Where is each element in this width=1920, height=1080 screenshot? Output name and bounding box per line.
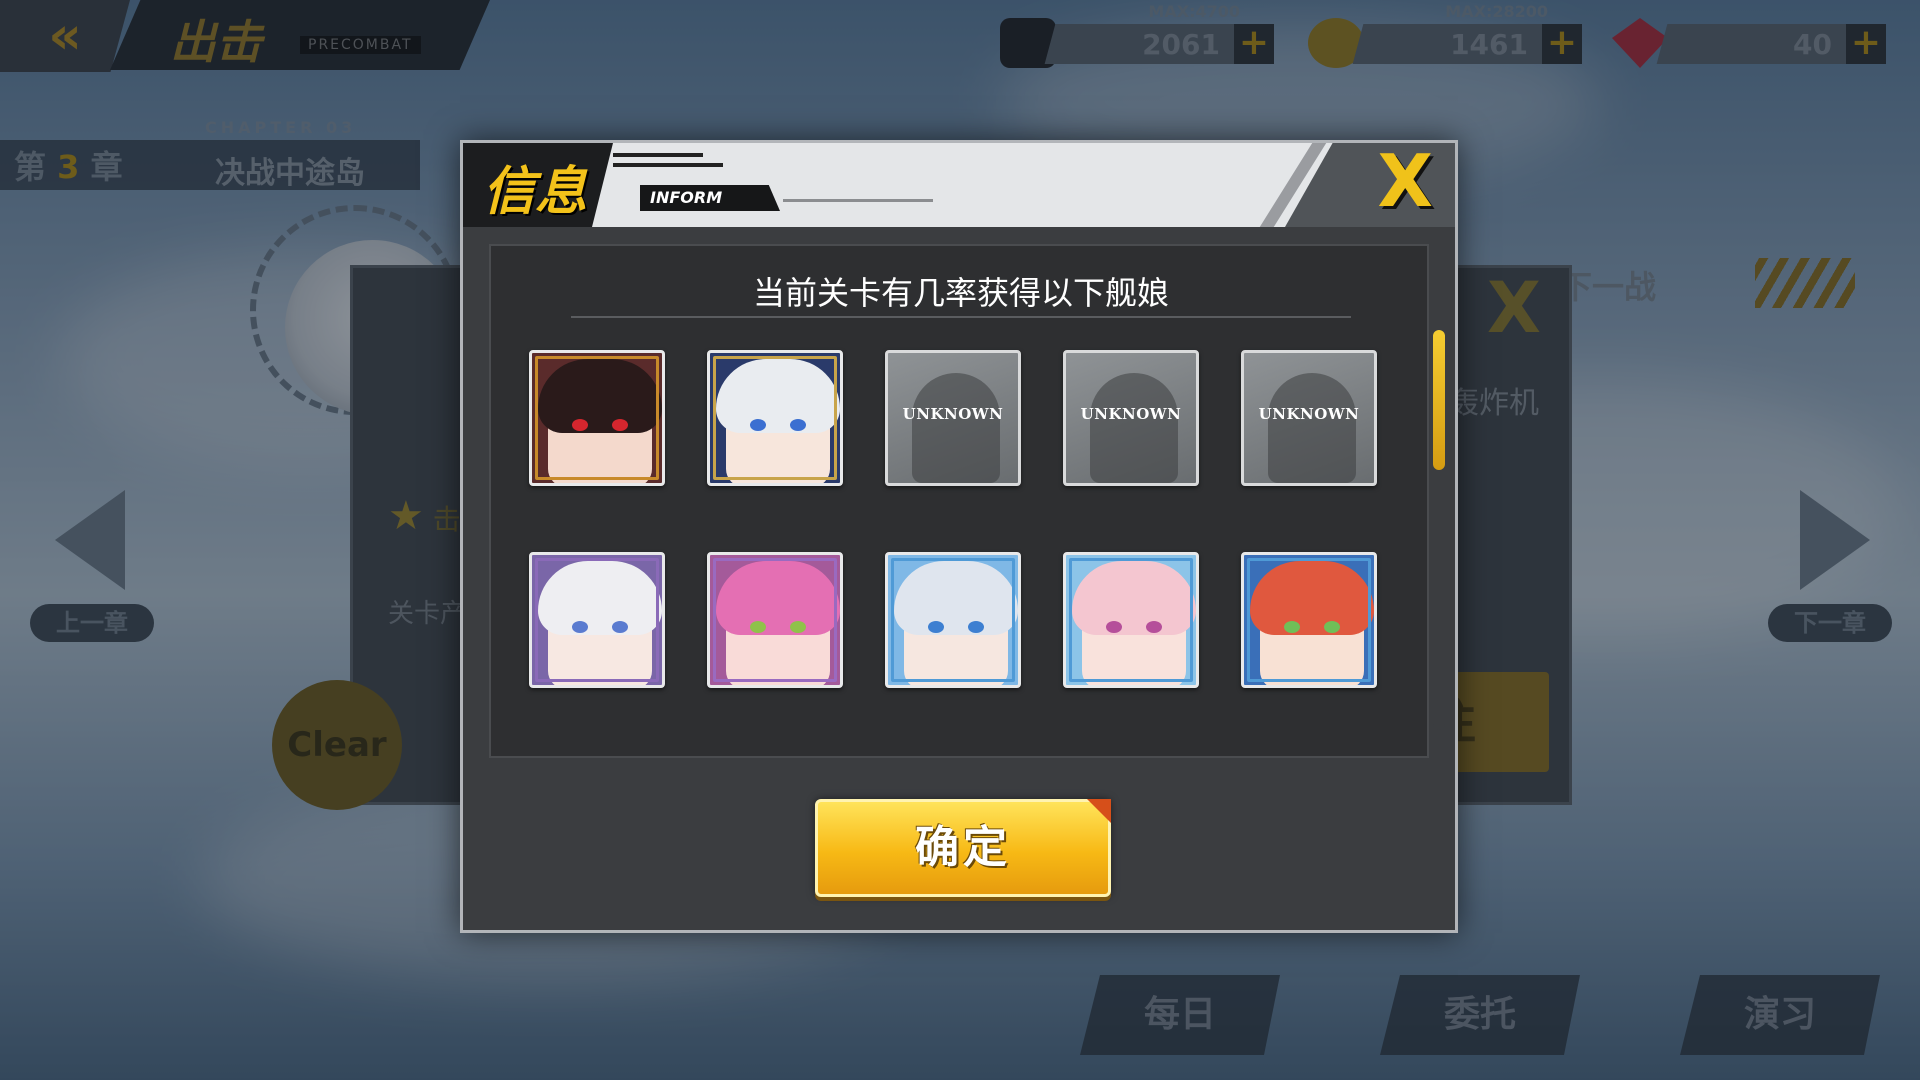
confirm-button[interactable]: 确定 bbox=[815, 799, 1111, 897]
ship-card[interactable] bbox=[529, 350, 665, 486]
modal-subtitle: INFORM bbox=[640, 185, 780, 211]
unknown-ship-card[interactable]: UNKNOWN bbox=[1241, 350, 1377, 486]
silhouette-icon bbox=[1268, 373, 1356, 483]
modal-header: 信息 INFORM X bbox=[463, 143, 1455, 227]
unknown-label: UNKNOWN bbox=[902, 405, 1004, 423]
ship-card[interactable] bbox=[707, 552, 843, 688]
header-decor-line bbox=[783, 199, 933, 202]
ship-card[interactable] bbox=[529, 552, 665, 688]
ship-card[interactable] bbox=[885, 552, 1021, 688]
confirm-label: 确定 bbox=[915, 822, 1011, 873]
card-frame bbox=[535, 356, 659, 480]
header-decor-line bbox=[613, 153, 703, 157]
card-frame bbox=[1069, 558, 1193, 682]
unknown-label: UNKNOWN bbox=[1258, 405, 1360, 423]
silhouette-icon bbox=[912, 373, 1000, 483]
drop-scrollbar[interactable] bbox=[1433, 330, 1445, 730]
ship-card[interactable] bbox=[1063, 552, 1199, 688]
card-frame bbox=[713, 558, 837, 682]
unknown-ship-card[interactable]: UNKNOWN bbox=[1063, 350, 1199, 486]
card-frame bbox=[891, 558, 1015, 682]
modal-title: 信息 bbox=[483, 162, 588, 222]
unknown-label: UNKNOWN bbox=[1080, 405, 1182, 423]
unknown-ship-card[interactable]: UNKNOWN bbox=[885, 350, 1021, 486]
card-frame bbox=[1247, 558, 1371, 682]
drop-grid: UNKNOWN UNKNOWN UNKNOWN bbox=[529, 350, 1377, 688]
card-frame bbox=[713, 356, 837, 480]
header-decor-line bbox=[613, 163, 723, 167]
card-frame bbox=[535, 558, 659, 682]
drop-caption: 当前关卡有几率获得以下舰娘 bbox=[752, 274, 1169, 312]
scrollbar-thumb[interactable] bbox=[1433, 330, 1445, 470]
silhouette-icon bbox=[1090, 373, 1178, 483]
caption-divider bbox=[571, 316, 1351, 318]
drop-list-panel: 当前关卡有几率获得以下舰娘 UNKNOWN UNKNOWN UNKNOWN bbox=[489, 244, 1445, 758]
ship-card[interactable] bbox=[1241, 552, 1377, 688]
ship-card[interactable] bbox=[707, 350, 843, 486]
info-modal: 信息 INFORM X 当前关卡有几率获得以下舰娘 UNKNOWN UNKNOWN… bbox=[460, 140, 1458, 933]
close-icon: X bbox=[1377, 143, 1433, 223]
